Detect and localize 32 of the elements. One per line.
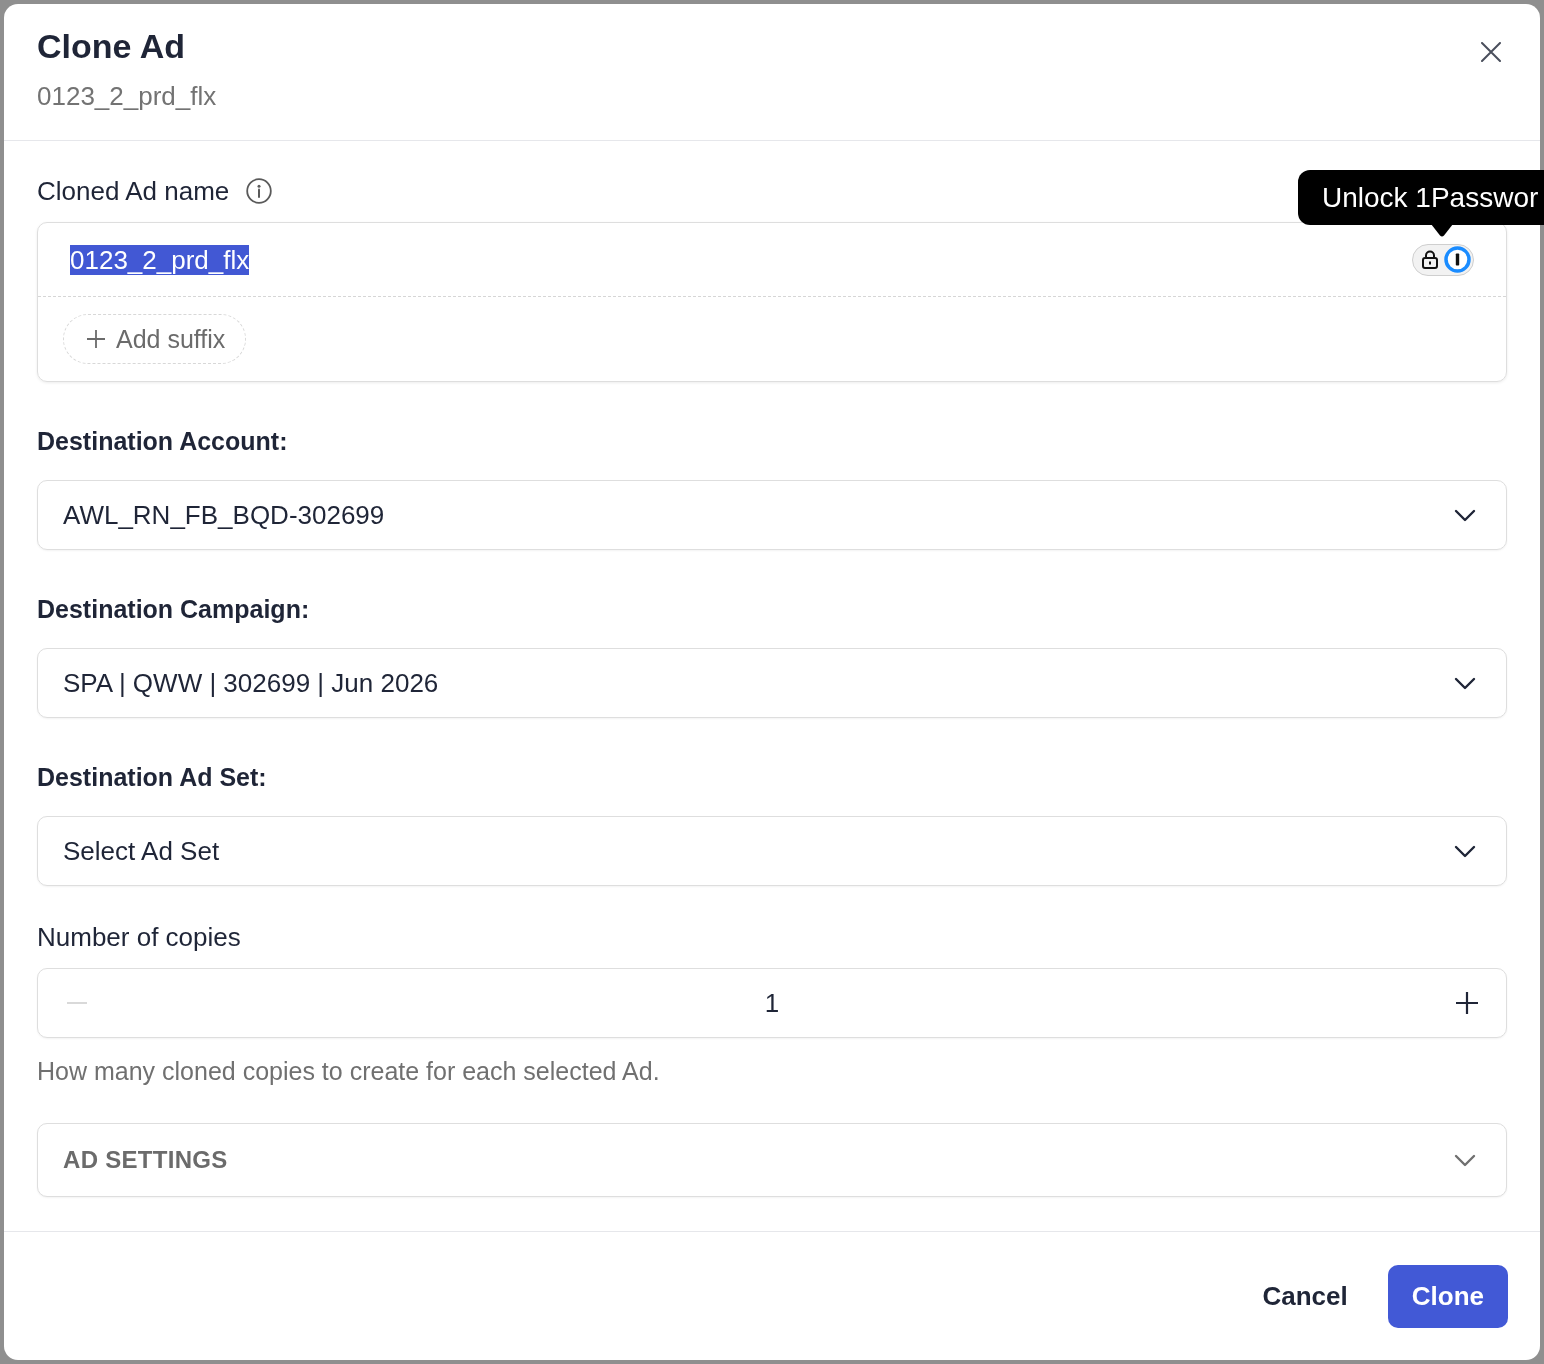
plus-icon xyxy=(1456,992,1478,1014)
ad-settings-accordion[interactable]: AD SETTINGS xyxy=(37,1123,1507,1197)
close-icon xyxy=(1481,42,1501,62)
dialog-subtitle: 0123_2_prd_flx xyxy=(37,81,217,111)
minus-icon xyxy=(67,1002,87,1004)
dialog-title: Clone Ad xyxy=(37,26,186,66)
field-label: Destination Ad Set: xyxy=(37,762,267,792)
clone-button[interactable]: Clone xyxy=(1387,1265,1508,1328)
info-icon xyxy=(246,178,273,204)
cancel-button[interactable]: Cancel xyxy=(1248,1265,1362,1328)
field-label: Destination Campaign: xyxy=(37,594,310,624)
copies-input[interactable]: 1 xyxy=(764,987,780,1019)
dropdown-field[interactable]: AWL_RN_FB_BQD-302699 xyxy=(37,480,1507,550)
add-suffix-button[interactable]: Add suffix xyxy=(63,314,247,364)
increment-button[interactable] xyxy=(1456,992,1478,1014)
tooltip-pointer-icon xyxy=(1431,224,1453,237)
field-label: Cloned Ad name xyxy=(37,176,230,206)
tooltip: Unlock 1Passwor xyxy=(1298,170,1544,225)
chevron-down-icon xyxy=(1454,844,1476,858)
name-input[interactable]: 0123_2_prd_flx xyxy=(70,239,1412,280)
selected-text: 0123_2_prd_flx xyxy=(70,244,250,275)
dropdown-field[interactable]: Select Ad Set xyxy=(37,816,1507,886)
chevron-down-icon xyxy=(1454,676,1476,690)
chevron-down-icon xyxy=(1454,508,1476,522)
lock-icon xyxy=(1422,250,1438,269)
password-manager-button[interactable] xyxy=(1412,243,1474,276)
ring-icon xyxy=(1444,246,1471,273)
plus-icon xyxy=(87,330,105,348)
field-label: Number of copies xyxy=(37,922,241,952)
help-text: How many cloned copies to create for each selected Ad. xyxy=(37,1056,661,1086)
dropdown-field[interactable]: SPA | QWW | 302699 | Jun 2026 xyxy=(37,648,1507,718)
field-label: Destination Account: xyxy=(37,426,288,456)
